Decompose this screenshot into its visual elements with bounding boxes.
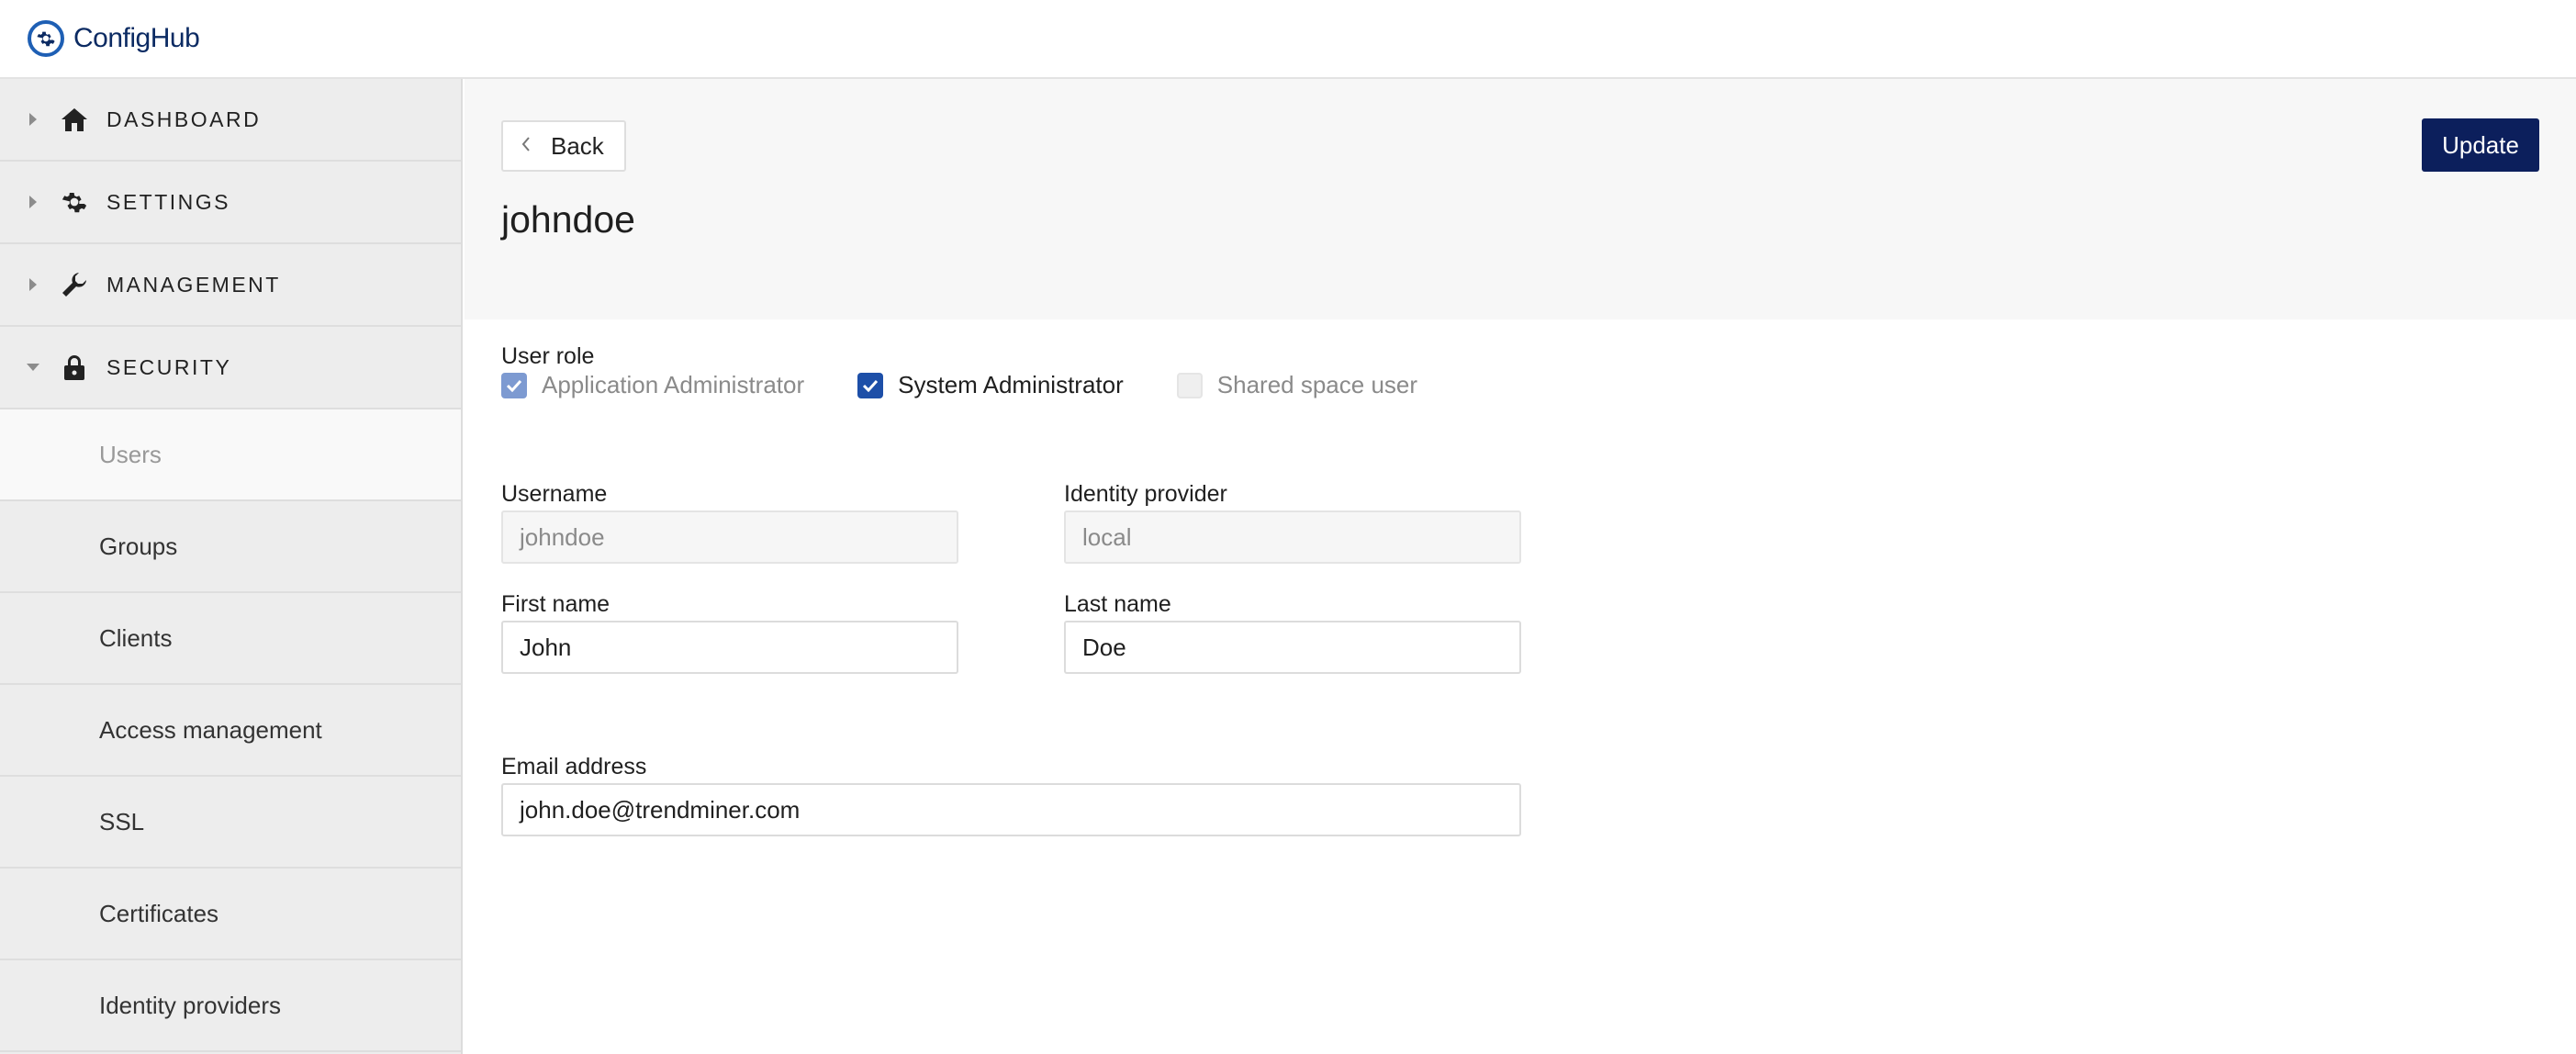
username-field[interactable]: johndoe: [501, 510, 958, 564]
back-button[interactable]: Back: [501, 120, 626, 172]
sidebar-item-clients[interactable]: Clients: [0, 593, 461, 685]
page-title: johndoe: [501, 198, 635, 241]
email-label: Email address: [501, 754, 647, 779]
sidebar-item-access-management[interactable]: Access management: [0, 685, 461, 777]
identity-provider-field[interactable]: local: [1064, 510, 1521, 564]
sidebar-section-label: SECURITY: [106, 354, 232, 379]
checkbox-unchecked-icon[interactable]: [1176, 372, 1203, 398]
email-field[interactable]: john.doe@trendminer.com: [501, 783, 1521, 836]
role-label: Shared space user: [1216, 371, 1418, 398]
role-label: System Administrator: [898, 371, 1124, 398]
confighub-logo-icon: [28, 20, 64, 57]
first-name-label: First name: [501, 591, 610, 617]
sidebar-section-label: DASHBOARD: [106, 107, 262, 131]
home-icon: [59, 104, 90, 135]
update-button[interactable]: Update: [2422, 118, 2539, 172]
gear-icon: [59, 186, 90, 218]
sidebar-section-dashboard[interactable]: DASHBOARD: [0, 79, 461, 162]
sidebar-item-groups[interactable]: Groups: [0, 501, 461, 593]
caret-right-icon: [26, 277, 40, 292]
sidebar-section-label: MANAGEMENT: [106, 272, 281, 297]
caret-down-icon: [26, 363, 40, 372]
checkbox-checked-icon[interactable]: [501, 372, 527, 398]
sidebar-section-management[interactable]: MANAGEMENT: [0, 244, 461, 327]
user-role-label: User role: [501, 343, 595, 369]
sidebar-item-ssl[interactable]: SSL: [0, 777, 461, 869]
sidebar-section-label: SETTINGS: [106, 189, 231, 214]
caret-right-icon: [26, 112, 40, 127]
role-system-administrator[interactable]: System Administrator: [857, 371, 1124, 399]
sidebar-item-users[interactable]: Users: [0, 409, 461, 501]
role-shared-space-user[interactable]: Shared space user: [1176, 371, 1418, 399]
main-content: Back Update johndoe User role Applicatio…: [465, 79, 2576, 1054]
role-label: Application Administrator: [542, 371, 805, 398]
sidebar-item-identity-providers[interactable]: Identity providers: [0, 960, 461, 1052]
checkbox-checked-icon[interactable]: [857, 372, 884, 398]
last-name-label: Last name: [1064, 591, 1171, 617]
lock-icon: [59, 352, 90, 383]
wrench-icon: [59, 269, 90, 300]
chevron-left-icon: [521, 136, 531, 157]
back-button-label: Back: [551, 131, 604, 160]
app-logo[interactable]: ConfigHub: [28, 20, 200, 57]
brand-name: ConfigHub: [73, 23, 200, 53]
sidebar-item-certificates[interactable]: Certificates: [0, 869, 461, 960]
top-bar: ConfigHub: [0, 0, 2576, 79]
sidebar: DASHBOARD SETTINGS MANAGEMENT SECURITY U…: [0, 79, 463, 1054]
sidebar-section-settings[interactable]: SETTINGS: [0, 162, 461, 244]
caret-right-icon: [26, 195, 40, 209]
user-role-checkboxes: Application Administrator System Adminis…: [501, 371, 1471, 399]
first-name-field[interactable]: John: [501, 621, 958, 674]
page-header: Back Update johndoe: [465, 79, 2576, 320]
identity-provider-label: Identity provider: [1064, 481, 1227, 507]
last-name-field[interactable]: Doe: [1064, 621, 1521, 674]
sidebar-section-security[interactable]: SECURITY: [0, 327, 461, 409]
role-application-administrator[interactable]: Application Administrator: [501, 371, 804, 399]
username-label: Username: [501, 481, 608, 507]
